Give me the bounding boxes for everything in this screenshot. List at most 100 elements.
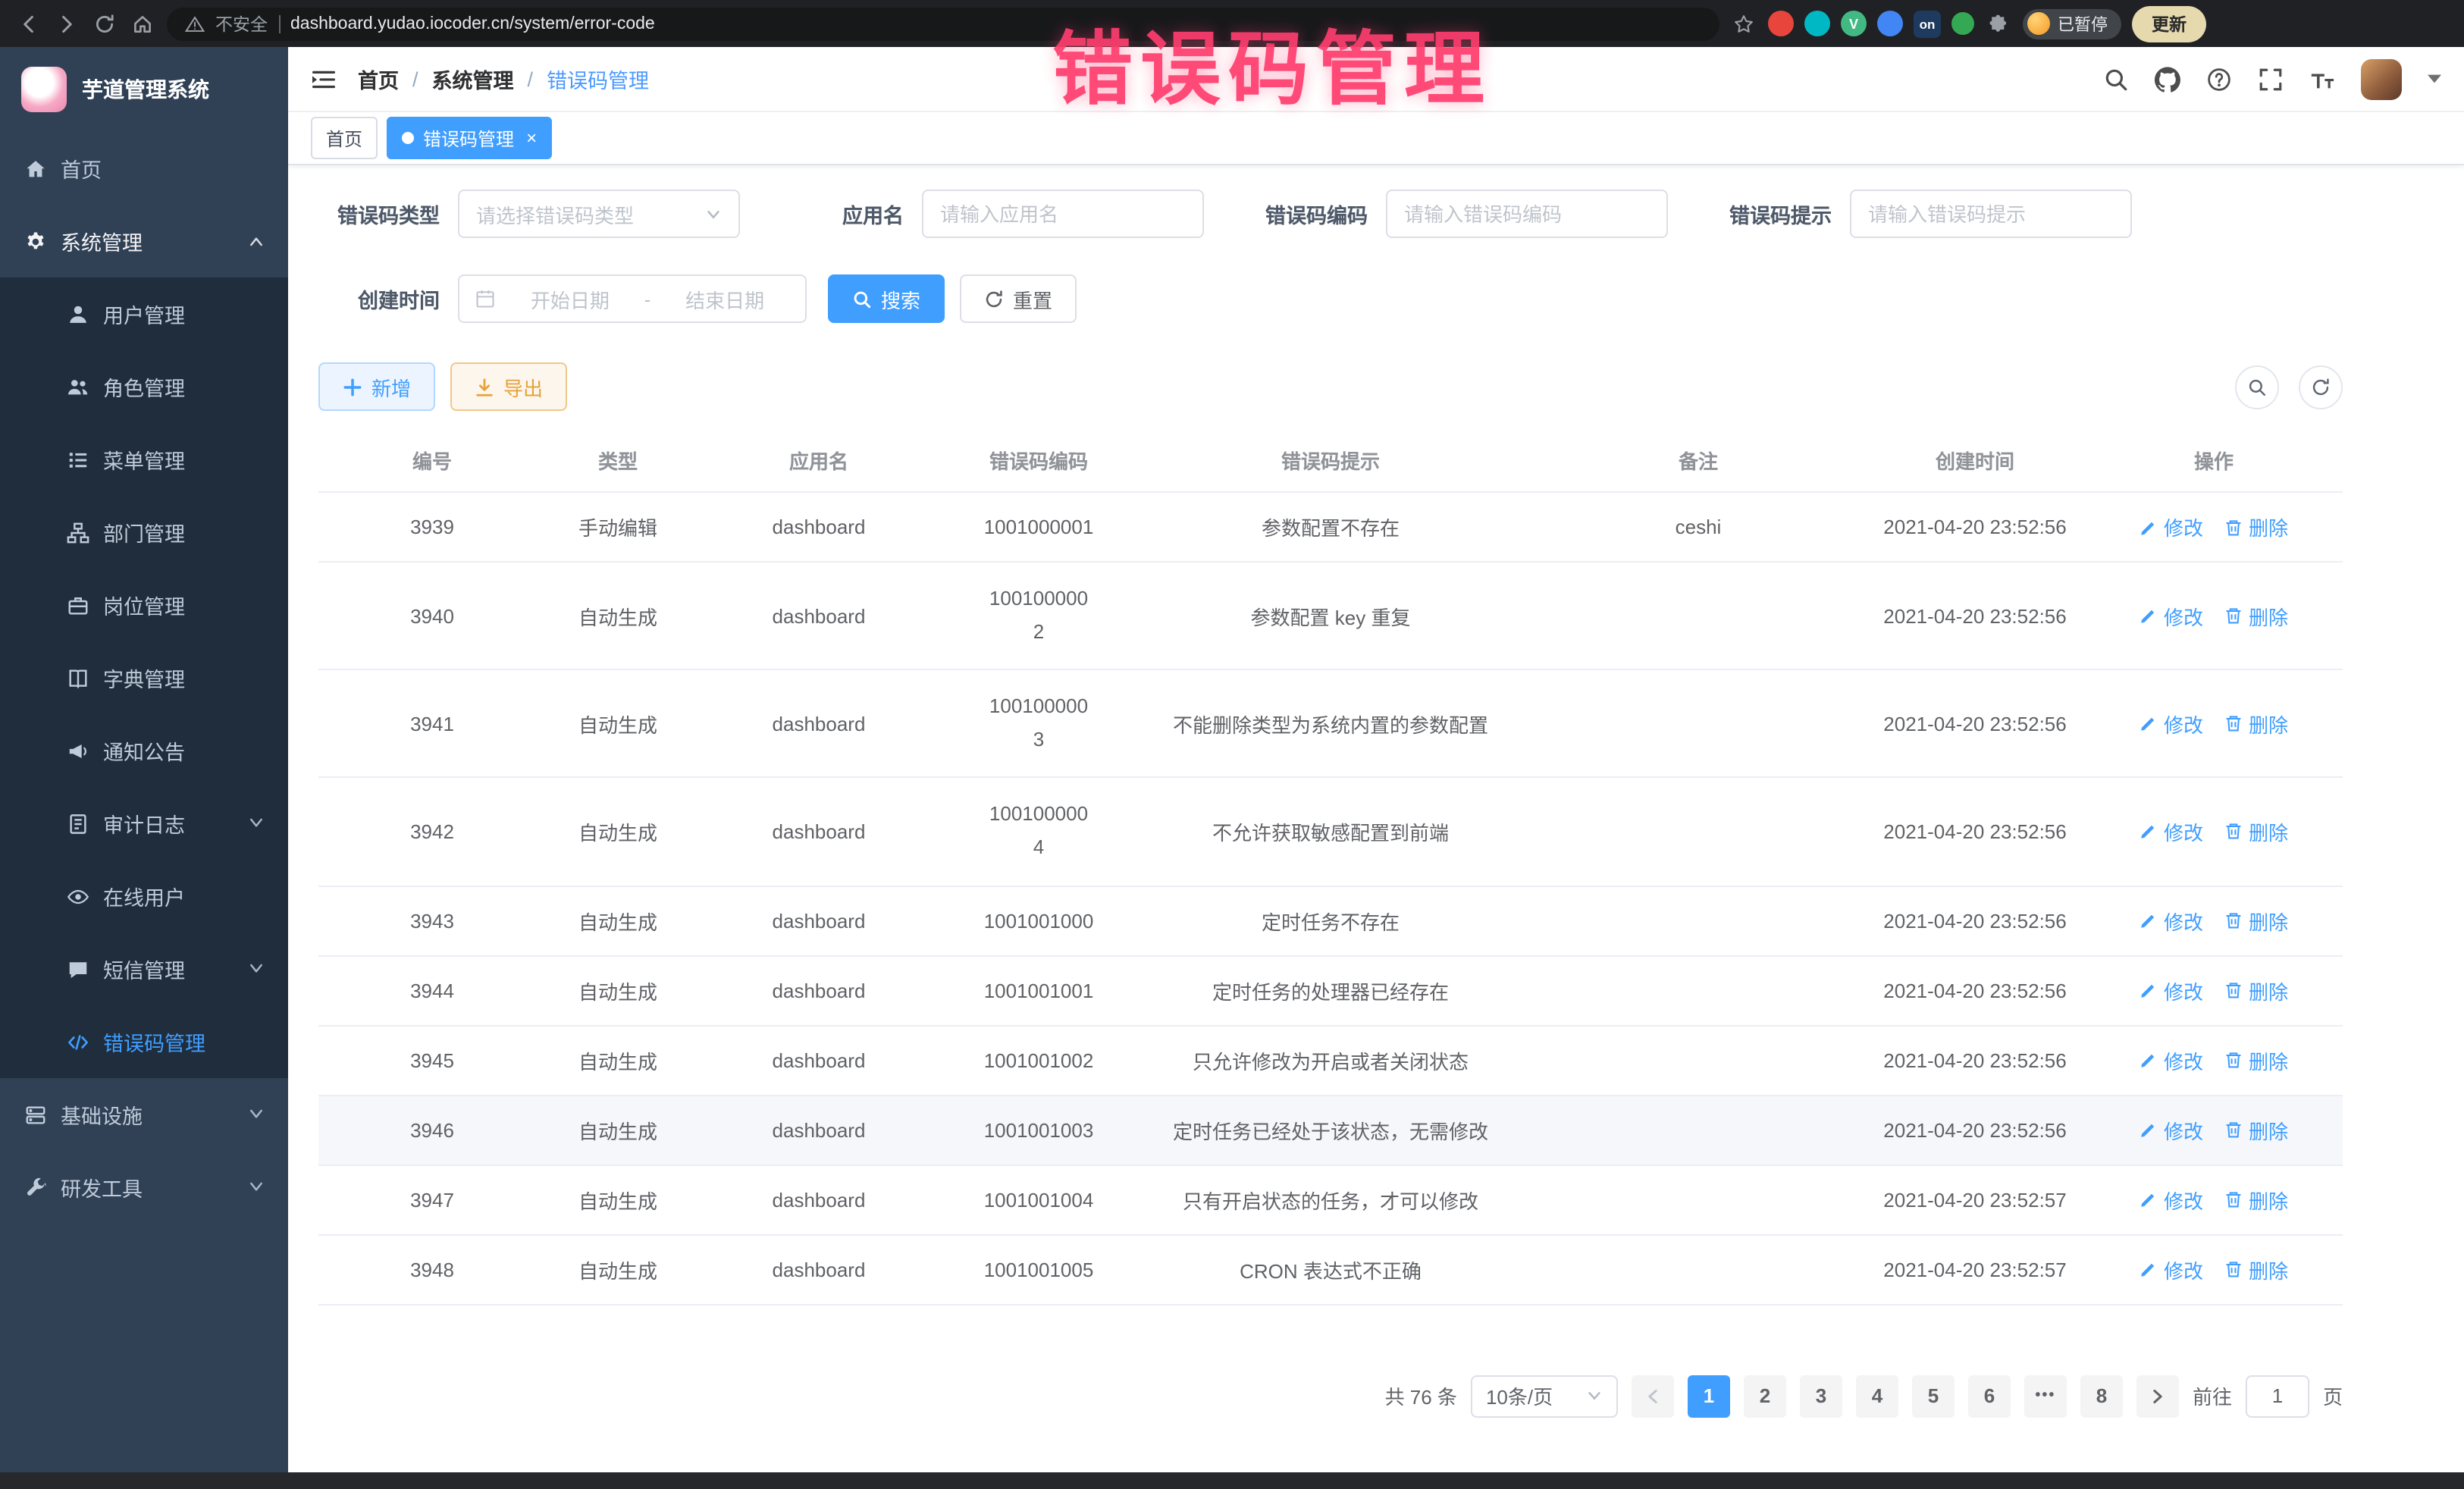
cell-code: 1001001003 [984,1118,1094,1141]
sidebar-item-error-code-management[interactable]: 错误码管理 [0,1005,288,1078]
breadcrumb-system[interactable]: 系统管理 [432,64,514,94]
edit-link[interactable]: 修改 [2140,976,2203,1005]
sidebar-item-role-management[interactable]: 角色管理 [0,350,288,423]
delete-link[interactable]: 删除 [2224,513,2288,541]
extension-icon-blue[interactable] [1877,11,1903,36]
extension-icon-teal[interactable] [1804,11,1830,36]
sidebar-item-home[interactable]: 首页 [0,132,288,205]
edit-link[interactable]: 修改 [2140,513,2203,541]
goto-page-input[interactable] [2246,1375,2309,1417]
cell-hint: 定时任务不存在 [1130,886,1531,955]
font-size-icon[interactable] [2309,66,2335,92]
extension-icon-red[interactable] [1768,11,1794,36]
sidebar-item-online-users[interactable]: 在线用户 [0,860,288,933]
delete-link[interactable]: 删除 [2224,1045,2288,1074]
delete-link[interactable]: 删除 [2224,710,2288,738]
edit-link[interactable]: 修改 [2140,710,2203,738]
edit-link[interactable]: 修改 [2140,1185,2203,1214]
view-tab-1[interactable]: 错误码管理× [387,117,552,159]
sidebar-item-dict-management[interactable]: 字典管理 [0,641,288,714]
trash-icon [2224,981,2243,999]
cell-created: 2021-04-20 23:52:56 [1865,1025,2085,1095]
search-button[interactable]: 搜索 [828,274,945,323]
pagination-page-3[interactable]: 3 [1800,1375,1842,1417]
pagination-page-4[interactable]: 4 [1856,1375,1898,1417]
pagination-page-8[interactable]: 8 [2080,1375,2123,1417]
sidebar-item-sms-management[interactable]: 短信管理 [0,933,288,1005]
cell-remark [1531,1165,1865,1234]
app-name-input[interactable] [922,190,1204,238]
delete-link[interactable]: 删除 [2224,1115,2288,1144]
sidebar-item-dept-management[interactable]: 部门管理 [0,496,288,569]
delete-link[interactable]: 删除 [2224,976,2288,1005]
reset-button[interactable]: 重置 [960,274,1077,323]
pagination-page-2[interactable]: 2 [1744,1375,1786,1417]
delete-link[interactable]: 删除 [2224,1255,2288,1284]
delete-link[interactable]: 删除 [2224,906,2288,935]
sidebar-item-notice[interactable]: 通知公告 [0,714,288,787]
error-hint-input[interactable] [1850,190,2132,238]
add-button[interactable]: 新增 [318,362,435,411]
create-time-range-picker[interactable]: 开始日期 - 结束日期 [458,274,807,323]
help-icon[interactable] [2206,66,2232,92]
app-logo[interactable]: 芋道管理系统 [0,47,288,132]
extension-icon-vue[interactable]: V [1841,11,1867,36]
breadcrumb-home[interactable]: 首页 [358,64,399,94]
refresh-table-button[interactable] [2299,365,2343,409]
edit-link[interactable]: 修改 [2140,601,2203,630]
export-button[interactable]: 导出 [450,362,567,411]
fullscreen-icon[interactable] [2258,66,2284,92]
sidebar-item-post-management[interactable]: 岗位管理 [0,569,288,641]
update-button[interactable]: 更新 [2132,5,2206,42]
edit-icon [2140,1121,2158,1139]
close-icon[interactable]: × [526,129,537,147]
sidebar-item-dev-tools[interactable]: 研发工具 [0,1151,288,1224]
edit-link[interactable]: 修改 [2140,1255,2203,1284]
prev-page-button[interactable] [1632,1375,1674,1417]
sidebar-item-menu-management[interactable]: 菜单管理 [0,423,288,496]
sidebar-item-audit-log[interactable]: 审计日志 [0,787,288,860]
pagination-page-5[interactable]: 5 [1912,1375,1955,1417]
github-icon[interactable] [2155,66,2180,92]
extension-icon-green[interactable] [1951,12,1974,35]
extensions-puzzle-icon[interactable] [1985,10,2012,37]
user-avatar[interactable] [2361,58,2402,99]
edit-link[interactable]: 修改 [2140,817,2203,846]
edit-link[interactable]: 修改 [2140,906,2203,935]
edit-link[interactable]: 修改 [2140,1045,2203,1074]
address-bar[interactable]: 不安全 dashboard.yudao.iocoder.cn/system/er… [167,7,1719,40]
pagination-page-1[interactable]: 1 [1688,1375,1730,1417]
delete-link[interactable]: 删除 [2224,1185,2288,1214]
delete-link[interactable]: 删除 [2224,601,2288,630]
error-code-input[interactable] [1386,190,1668,238]
cell-hint: CRON 表达式不正确 [1130,1234,1531,1304]
forward-button[interactable] [53,10,80,37]
bookmark-star-icon[interactable] [1730,10,1757,37]
home-button[interactable] [129,10,156,37]
sidebar-item-infrastructure[interactable]: 基础设施 [0,1078,288,1151]
view-tab-0[interactable]: 首页 [311,117,378,159]
paused-badge[interactable]: 已暂停 [2023,8,2121,39]
sidebar-item-user-management[interactable]: 用户管理 [0,277,288,350]
edit-link[interactable]: 修改 [2140,1115,2203,1144]
sidebar-item-system-management[interactable]: 系统管理 [0,205,288,277]
delete-link[interactable]: 删除 [2224,817,2288,846]
error-type-select[interactable]: 请选择错误码类型 [458,190,740,238]
top-header: 首页 / 系统管理 / 错误码管理 [288,47,2464,112]
cell-type: 自动生成 [546,886,690,955]
cell-type: 自动生成 [546,1095,690,1165]
breadcrumb: 首页 / 系统管理 / 错误码管理 [358,64,649,94]
pagination-page-6[interactable]: 6 [1968,1375,2011,1417]
pagination-more[interactable]: ••• [2024,1375,2067,1417]
back-button[interactable] [15,10,42,37]
page-size-select[interactable]: 10条/页 [1471,1375,1618,1417]
cell-id: 3948 [318,1234,546,1304]
reload-button[interactable] [91,10,118,37]
sidebar-collapse-icon[interactable] [311,67,337,90]
extension-icon-on[interactable]: on [1914,10,1941,37]
next-page-button[interactable] [2136,1375,2179,1417]
toggle-search-button[interactable] [2235,365,2279,409]
search-icon[interactable] [2103,66,2129,92]
sidebar-item-label: 部门管理 [103,517,264,547]
warning-icon [185,14,205,33]
